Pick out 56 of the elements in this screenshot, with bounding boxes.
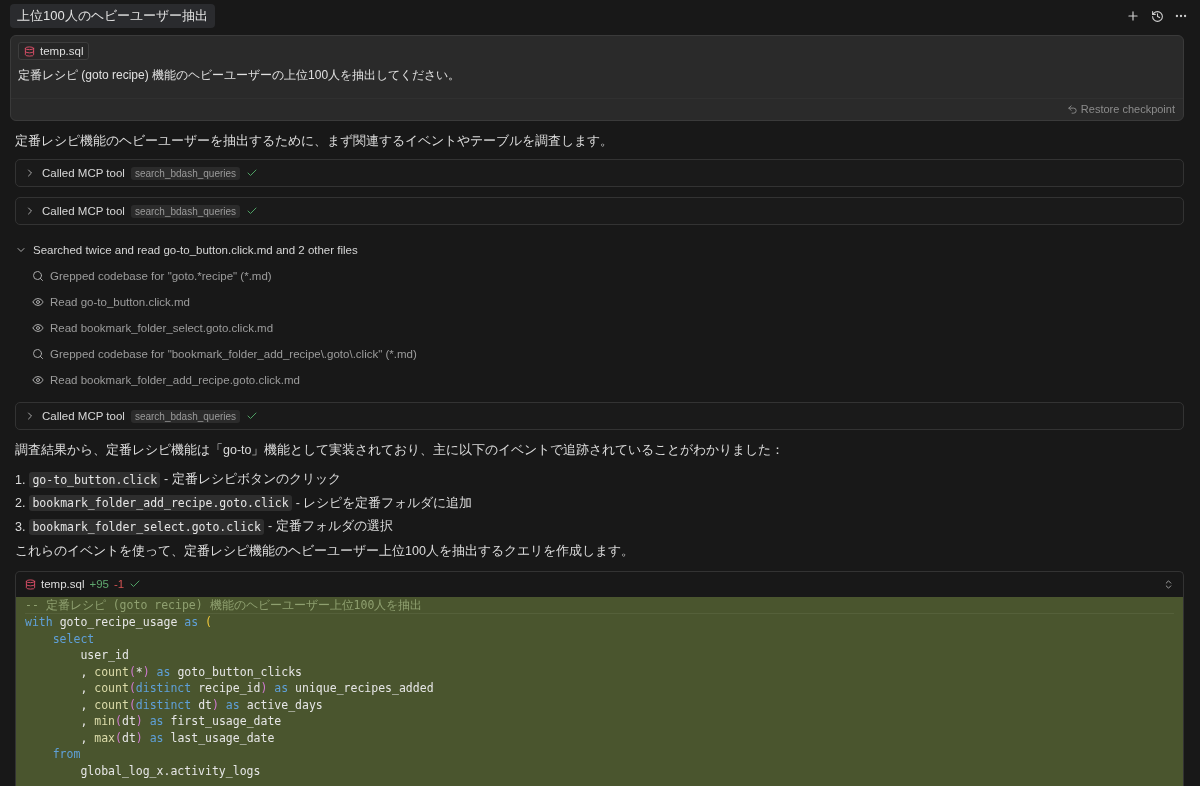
- tool-call-label: Called MCP tool: [42, 205, 125, 217]
- code-line: select: [51, 630, 96, 647]
- tool-name: search_bdash_queries: [130, 166, 241, 180]
- activity-item: Read bookmark_folder_select.goto.click.md: [50, 322, 274, 334]
- added-count: +95: [89, 578, 109, 590]
- tool-name: search_bdash_queries: [130, 409, 241, 423]
- history-icon[interactable]: [1150, 9, 1164, 23]
- code-line: global_log_x.activity_logs: [79, 762, 262, 779]
- tool-call-label: Called MCP tool: [42, 167, 125, 179]
- tool-call-row[interactable]: Called MCP tool search_bdash_queries: [15, 159, 1184, 187]
- list-number: 2.: [15, 496, 26, 511]
- tool-call-row[interactable]: Called MCP tool search_bdash_queries: [15, 402, 1184, 430]
- removed-count: -1: [114, 578, 125, 590]
- code-line: , max(dt) as last_usage_date: [79, 729, 276, 746]
- list-text: - 定番フォルダの選択: [267, 518, 393, 536]
- code-line: -- 定番レシピ (goto recipe) 機能のヘビーユーザー上位100人を抽出: [25, 596, 1174, 614]
- code-line: with goto_recipe_usage as (: [25, 614, 213, 631]
- search-icon: [32, 348, 44, 360]
- code-line: , count(*) as goto_button_clicks: [79, 663, 304, 680]
- activity-item: Read bookmark_folder_add_recipe.goto.click.md: [50, 374, 300, 386]
- activity-item: Grepped codebase for "goto.*recipe" (*.md): [50, 270, 272, 282]
- message-text: 調査結果から、定番レシピ機能は「go-to」機能として実装されており、主に以下のイベントで追跡されていることがわかりました：: [15, 442, 786, 459]
- eye-icon: [32, 322, 44, 334]
- database-icon: [25, 578, 36, 590]
- list-text: - レシピを定番フォルダに追加: [295, 494, 473, 512]
- database-icon: [24, 45, 35, 57]
- chat-title: 上位100人のヘビーユーザー抽出: [10, 4, 215, 28]
- list-number: 3.: [15, 519, 26, 534]
- attachment-chip[interactable]: temp.sql: [18, 42, 90, 60]
- activity-item: Grepped codebase for "bookmark_folder_add_recipe\.goto\.click" (*.md): [50, 348, 417, 360]
- eye-icon: [32, 296, 44, 308]
- list-number: 1.: [15, 472, 26, 487]
- code-line: from: [51, 746, 82, 763]
- list-text: - 定番レシピボタンのクリック: [164, 471, 341, 489]
- inline-code: bookmark_folder_select.goto.click: [29, 518, 264, 535]
- expand-icon[interactable]: [1163, 578, 1174, 590]
- tool-call-row[interactable]: Called MCP tool search_bdash_queries: [15, 197, 1184, 225]
- plus-icon[interactable]: [1126, 9, 1140, 23]
- code-line: , min(dt) as first_usage_date: [79, 713, 283, 730]
- file-name[interactable]: temp.sql: [41, 578, 85, 590]
- undo-icon: [1066, 103, 1078, 115]
- eye-icon: [32, 374, 44, 386]
- tool-call-label: Called MCP tool: [42, 410, 125, 422]
- code-line: user_id: [79, 647, 130, 664]
- code-line: , count(distinct dt) as active_days: [79, 696, 324, 713]
- inline-code: go-to_button.click: [29, 471, 161, 488]
- search-icon: [32, 270, 44, 282]
- restore-checkpoint-button[interactable]: Restore checkpoint: [1066, 103, 1175, 115]
- activity-item: Read go-to_button.click.md: [50, 296, 190, 308]
- tool-name: search_bdash_queries: [130, 204, 241, 218]
- code-line: , count(distinct recipe_id) as unique_recipes_added: [79, 680, 435, 697]
- message-text: 定番レシピ機能のヘビーユーザーを抽出するために、まず関連するイベントやテーブルを調査します。: [15, 133, 614, 150]
- user-message-text: 定番レシピ (goto recipe) 機能のヘビーユーザーの上位100人を抽出してください。: [18, 67, 461, 84]
- inline-code: bookmark_folder_add_recipe.goto.click: [29, 495, 292, 512]
- group-summary[interactable]: Searched twice and read go-to_button.click.md and 2 other files: [33, 244, 358, 256]
- message-text: これらのイベントを使って、定番レシピ機能のヘビーユーザー上位100人を抽出するクエリを作成します。: [15, 542, 635, 560]
